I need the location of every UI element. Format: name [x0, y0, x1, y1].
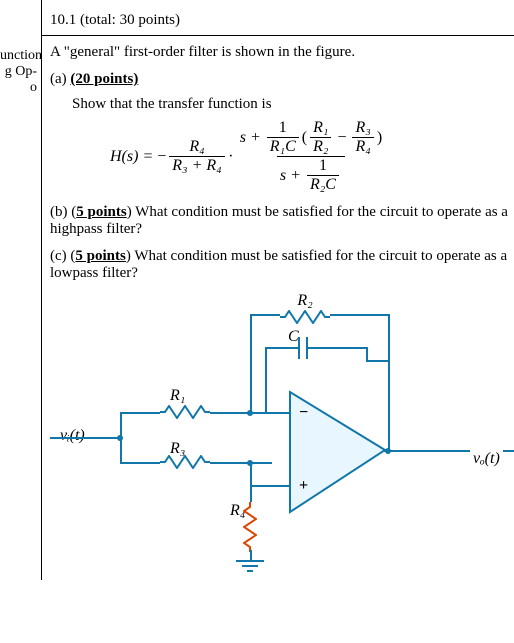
frac1-num: R₄ — [186, 138, 207, 156]
part-a-header: (a) (20 points) — [50, 71, 514, 88]
problem-number: 10.1 — [50, 12, 76, 28]
node-dot-icon — [247, 460, 253, 466]
part-c-points: 5 points — [75, 248, 125, 264]
circuit-diagram: R₂ C vᵢ(t) R₁ — [50, 292, 514, 572]
R2-group: R₂ — [280, 292, 330, 324]
inv-R2C-den: R₂C — [307, 175, 339, 194]
part-c: (c) (5 points) What condition must be sa… — [50, 248, 514, 282]
part-a-points: (20 points) — [70, 71, 138, 87]
inv-R1C-num: 1 — [276, 119, 290, 137]
wire — [330, 314, 390, 316]
R1-resistor — [160, 405, 210, 424]
wire — [265, 347, 298, 349]
R1-label: R₁ — [170, 387, 185, 405]
wire — [250, 314, 280, 316]
intro-text: A "general" first-order filter is shown … — [50, 44, 514, 61]
header-row: 10.1 (total: 30 points) — [42, 12, 514, 36]
opamp: − + — [275, 382, 395, 527]
wire — [120, 462, 160, 464]
vout-label: vₒ(t) — [470, 450, 503, 468]
wire — [50, 437, 120, 439]
R4-resistor — [243, 502, 257, 557]
part-a-lead: Show that the transfer function is — [72, 96, 514, 113]
part-c-label: (c) — [50, 248, 67, 264]
R3-resistor — [160, 455, 210, 474]
stub-line: g Op- — [0, 64, 37, 80]
content: 10.1 (total: 30 points) A "general" firs… — [42, 0, 514, 580]
frac-R4-over-R3plusR4: R₄ R₃ + R₄ — [169, 138, 224, 175]
ratioB-den: R₄ — [352, 137, 373, 156]
vin-label: vᵢ(t) — [60, 427, 85, 445]
wire — [250, 314, 252, 414]
left-stub: unction g Op- o — [0, 48, 37, 96]
minus-sign: − — [157, 148, 166, 166]
part-b-label: (b) — [50, 204, 68, 220]
inv-R1C-den: R₁C — [267, 137, 299, 156]
opamp-icon — [275, 382, 395, 522]
minus2: − — [337, 129, 346, 147]
stub-line: unction — [0, 48, 37, 64]
left-margin: unction g Op- o — [0, 0, 42, 580]
ratioB-num: R₃ — [352, 119, 373, 137]
wire — [120, 412, 160, 414]
resistor-icon — [160, 405, 210, 419]
resistor-icon — [243, 502, 257, 552]
bigden-s-plus: s + — [280, 167, 301, 185]
part-b-points: 5 points — [76, 204, 126, 220]
ratioA-den: R₂ — [310, 137, 331, 156]
total-points: (total: 30 points) — [80, 12, 180, 28]
wire — [120, 412, 122, 464]
resistor-icon — [160, 455, 210, 469]
resistor-icon — [280, 310, 330, 324]
cap-plate-icon — [298, 337, 300, 359]
node-dot-icon — [247, 410, 253, 416]
formula-lhs: H(s) = — [110, 148, 153, 166]
open-paren: ( — [302, 129, 307, 147]
ground-icon — [236, 560, 264, 579]
stub-line: o — [0, 80, 37, 96]
inv-R2C-num: 1 — [316, 157, 330, 175]
ratioA-num: R₁ — [310, 119, 331, 137]
big-fraction: s + 1 R₁C ( R₁ R₂ — [237, 119, 385, 194]
wire — [366, 360, 390, 362]
opamp-minus: − — [299, 404, 308, 422]
frac1-den: R₃ + R₄ — [169, 156, 224, 175]
page: unction g Op- o 10.1 (total: 30 points) … — [0, 0, 514, 580]
dot-op: · — [228, 148, 234, 166]
opamp-plus: + — [299, 477, 308, 495]
transfer-function-formula: H(s) = − R₄ R₃ + R₄ · s + 1 — [110, 119, 514, 194]
close-paren: ) — [377, 129, 382, 147]
part-a-label: (a) — [50, 71, 67, 87]
wire — [210, 462, 272, 464]
wire — [250, 462, 252, 502]
R2-label: R₂ — [297, 292, 312, 310]
wire — [265, 347, 267, 414]
wire — [306, 347, 366, 349]
part-b: (b) (5 points) What condition must be sa… — [50, 204, 514, 238]
bignum-s-plus: s + — [240, 129, 261, 147]
